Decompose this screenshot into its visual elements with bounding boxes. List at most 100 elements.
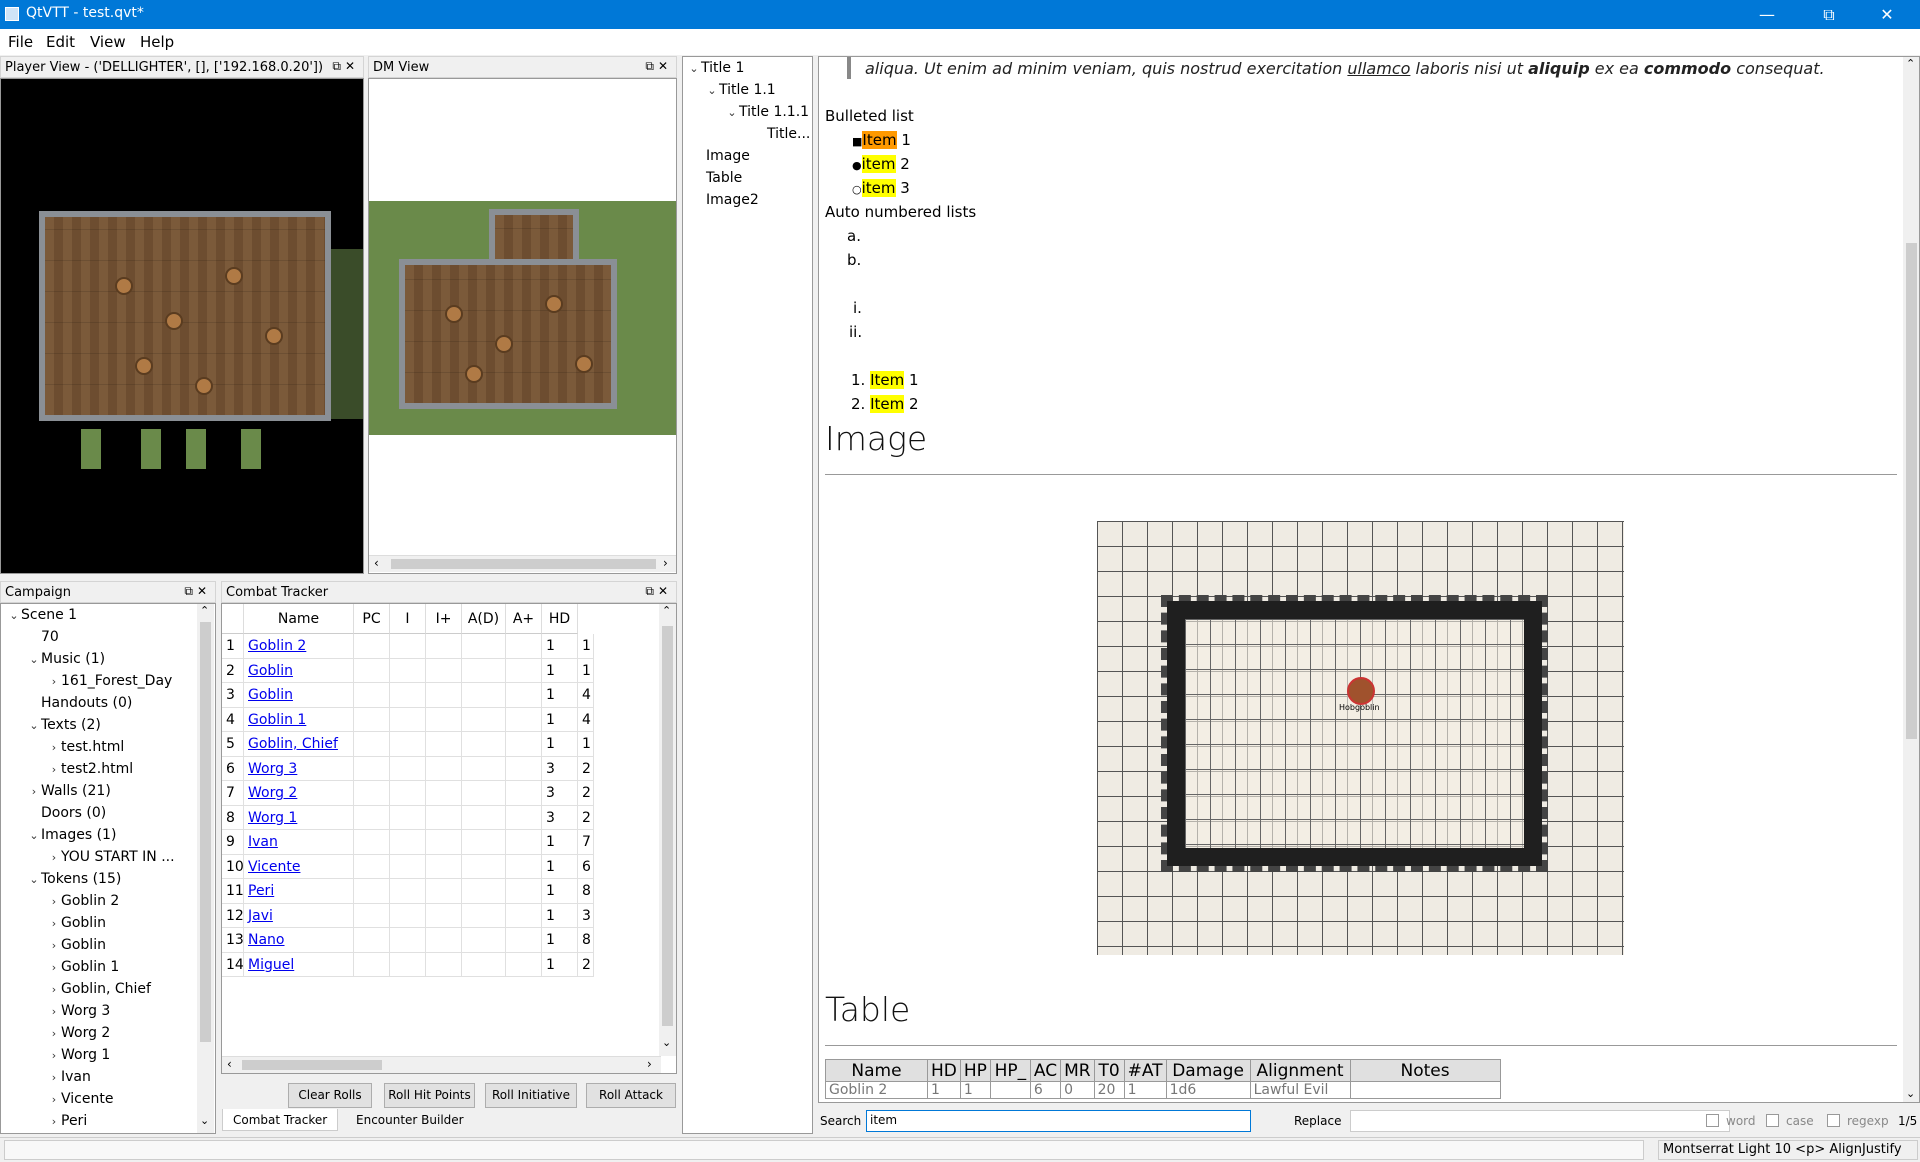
hd-cell[interactable]: 3 — [542, 781, 578, 806]
dock-float-close-icon[interactable]: ⧉✕ — [184, 584, 211, 599]
combat-cell[interactable] — [462, 952, 506, 977]
combat-cell[interactable] — [390, 928, 426, 953]
combat-cell[interactable] — [390, 756, 426, 781]
chevron-right-icon[interactable]: › — [47, 1025, 61, 1043]
tab-combat-tracker[interactable]: Combat Tracker — [222, 1109, 339, 1131]
combat-vscroll[interactable]: ⌃ ⌄ — [659, 604, 676, 1056]
combat-cell[interactable] — [354, 830, 390, 855]
campaign-item[interactable]: › Peri — [47, 1112, 87, 1130]
document-view[interactable]: aliqua. Ut enim ad minim veniam, quis no… — [818, 56, 1920, 1103]
word-checkbox[interactable] — [1706, 1114, 1719, 1127]
chevron-right-icon[interactable]: › — [47, 761, 61, 779]
scroll-right-icon[interactable]: › — [663, 556, 668, 570]
hp-cell[interactable]: 1 — [578, 634, 594, 659]
scroll-up-icon[interactable]: ⌃ — [1906, 57, 1915, 70]
column-header[interactable]: Name — [244, 604, 354, 634]
combat-cell[interactable] — [506, 756, 542, 781]
combat-cell[interactable] — [462, 658, 506, 683]
chevron-down-icon[interactable]: ⌄ — [687, 60, 701, 78]
combat-cell[interactable] — [462, 756, 506, 781]
regexp-checkbox[interactable] — [1827, 1114, 1840, 1127]
combat-cell[interactable] — [506, 952, 542, 977]
combatant-name[interactable]: Worg 2 — [244, 781, 354, 806]
combat-cell[interactable] — [390, 683, 426, 708]
campaign-item[interactable]: › test.html — [47, 738, 124, 756]
chevron-right-icon[interactable]: › — [27, 783, 41, 801]
hd-cell[interactable]: 1 — [542, 903, 578, 928]
hd-cell[interactable]: 1 — [542, 634, 578, 659]
campaign-item[interactable]: ⌄ Scene 1 — [7, 606, 77, 624]
campaign-item[interactable]: ⌄ Images (1) — [27, 826, 116, 844]
hd-cell[interactable]: 1 — [542, 707, 578, 732]
hd-cell[interactable]: 1 — [542, 830, 578, 855]
combatant-link[interactable]: Worg 2 — [248, 785, 297, 801]
roll-initiative-button[interactable]: Roll Initiative — [485, 1083, 577, 1108]
combatant-name[interactable]: Goblin — [244, 683, 354, 708]
combat-cell[interactable] — [390, 707, 426, 732]
menu-view[interactable]: View — [90, 33, 126, 51]
hd-cell[interactable]: 3 — [542, 805, 578, 830]
dock-float-close-icon[interactable]: ⧉✕ — [645, 584, 672, 599]
clear-rolls-button[interactable]: Clear Rolls — [288, 1083, 372, 1108]
roll-hit-points-button[interactable]: Roll Hit Points — [384, 1083, 475, 1108]
hd-cell[interactable]: 1 — [542, 854, 578, 879]
combatant-name[interactable]: Ivan — [244, 830, 354, 855]
combatant-link[interactable]: Peri — [248, 883, 274, 899]
hp-cell[interactable]: 1 — [578, 658, 594, 683]
campaign-item[interactable]: › YOU START IN ... — [47, 848, 175, 866]
chevron-right-icon[interactable]: › — [47, 1091, 61, 1109]
combat-cell[interactable] — [462, 634, 506, 659]
combat-cell[interactable] — [506, 879, 542, 904]
campaign-item[interactable]: › Goblin — [47, 936, 106, 954]
combat-cell[interactable] — [506, 781, 542, 806]
chevron-down-icon[interactable]: ⌄ — [27, 717, 41, 735]
combatant-link[interactable]: Goblin — [248, 663, 293, 679]
chevron-down-icon[interactable]: ⌄ — [7, 607, 21, 625]
chevron-down-icon[interactable]: ⌄ — [725, 104, 739, 122]
campaign-item[interactable]: › Worg 3 — [47, 1002, 111, 1020]
combat-cell[interactable] — [506, 658, 542, 683]
combat-cell[interactable] — [462, 903, 506, 928]
outline-item[interactable]: ⌄ Title 1.1.1 — [725, 103, 809, 121]
chevron-down-icon[interactable]: ⌄ — [705, 82, 719, 100]
combat-cell[interactable] — [390, 805, 426, 830]
combat-cell[interactable] — [462, 732, 506, 757]
campaign-item[interactable]: › test2.html — [47, 760, 133, 778]
combat-cell[interactable] — [426, 732, 462, 757]
combatant-name[interactable]: Goblin — [244, 658, 354, 683]
column-header[interactable]: I — [390, 604, 426, 634]
column-header[interactable]: I+ — [426, 604, 462, 634]
close-icon[interactable]: ✕ — [1864, 0, 1910, 29]
scroll-up-icon[interactable]: ⌃ — [662, 604, 671, 617]
tab-encounter-builder[interactable]: Encounter Builder — [346, 1109, 474, 1131]
combat-cell[interactable] — [426, 634, 462, 659]
combatant-link[interactable]: Worg 1 — [248, 810, 297, 826]
combat-cell[interactable] — [354, 879, 390, 904]
outline-item[interactable]: Title... — [767, 125, 810, 143]
chevron-right-icon[interactable]: › — [47, 981, 61, 999]
combat-cell[interactable] — [462, 683, 506, 708]
combat-cell[interactable] — [354, 854, 390, 879]
combat-cell[interactable] — [354, 732, 390, 757]
hp-cell[interactable]: 2 — [578, 781, 594, 806]
combatant-link[interactable]: Goblin 2 — [248, 638, 306, 654]
combat-cell[interactable] — [354, 928, 390, 953]
combat-cell[interactable] — [426, 781, 462, 806]
scroll-up-icon[interactable]: ⌃ — [200, 604, 209, 617]
case-checkbox[interactable] — [1766, 1114, 1779, 1127]
combat-cell[interactable] — [354, 658, 390, 683]
combat-cell[interactable] — [354, 707, 390, 732]
combat-cell[interactable] — [426, 683, 462, 708]
combat-cell[interactable] — [354, 634, 390, 659]
combat-cell[interactable] — [390, 952, 426, 977]
campaign-item[interactable]: › 161_Forest_Day — [47, 672, 173, 690]
combatant-name[interactable]: Worg 1 — [244, 805, 354, 830]
combatant-name[interactable]: Vicente — [244, 854, 354, 879]
combat-cell[interactable] — [426, 830, 462, 855]
menu-file[interactable]: File — [8, 33, 33, 51]
combat-cell[interactable] — [390, 879, 426, 904]
combat-cell[interactable] — [462, 830, 506, 855]
combatant-name[interactable]: Goblin 1 — [244, 707, 354, 732]
hd-cell[interactable]: 1 — [542, 879, 578, 904]
campaign-item[interactable]: ⌄ Tokens (15) — [27, 870, 121, 888]
